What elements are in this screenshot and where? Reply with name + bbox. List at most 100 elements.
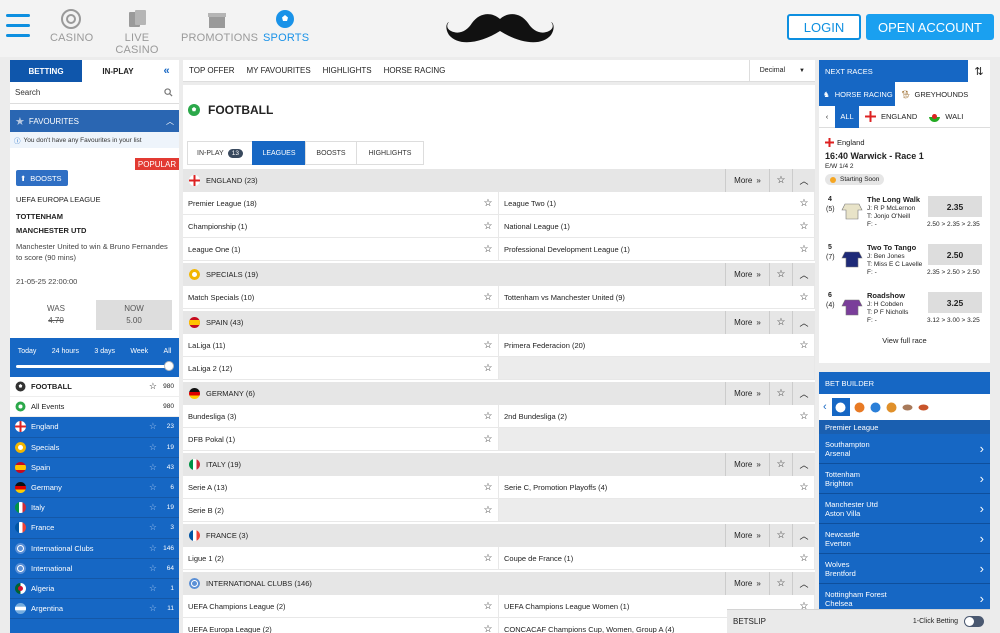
bet-builder-match[interactable]: Southampton Arsenal › [819,434,990,464]
league-item[interactable]: Serie A (13) ☆ [183,476,499,499]
time-slider[interactable] [10,359,179,373]
all-events[interactable]: All Events 980 [10,397,179,418]
chevron-up-icon[interactable]: ︿ [166,116,174,127]
tennis-icon[interactable] [870,402,881,413]
chevron-up-icon[interactable]: ︿ [792,311,815,334]
favourites-header[interactable]: ★ FAVOURITES ︿ [10,110,179,132]
league-item[interactable]: UEFA Champions League (2) ☆ [183,595,499,618]
star-icon[interactable]: ☆ [794,411,814,422]
league-item[interactable]: Bundesliga (3) ☆ [183,405,499,428]
more-button[interactable]: More» [725,524,769,547]
moustache-logo[interactable] [445,9,555,47]
boosts-button[interactable]: ⬆ BOOSTS [16,170,68,186]
sidebar-item-england[interactable]: England ☆ 23 [10,417,179,438]
chevron-left-icon[interactable]: ‹ [823,401,827,413]
star-icon[interactable]: ☆ [149,522,157,533]
star-icon[interactable]: ☆ [794,221,814,232]
chevron-up-icon[interactable]: ︿ [792,453,815,476]
star-icon[interactable]: ☆ [769,311,792,334]
star-icon[interactable]: ☆ [478,434,498,445]
tab-greyhounds[interactable]: 🐕︎ GREYHOUNDS [895,82,990,106]
star-icon[interactable]: ☆ [794,340,814,351]
star-icon[interactable]: ☆ [769,572,792,595]
nav-top-offer[interactable]: TOP OFFER [183,66,241,75]
star-icon[interactable]: ☆ [478,553,498,564]
bet-builder-match[interactable]: Wolves Brentford › [819,554,990,584]
league-group-header[interactable]: FRANCE (3) More» ☆ ︿ [183,524,815,547]
star-icon[interactable]: ☆ [478,411,498,422]
league-group-header[interactable]: SPECIALS (19) More» ☆ ︿ [183,263,815,286]
star-icon[interactable]: ☆ [794,553,814,564]
league-item[interactable]: Premier League (18) ☆ [183,192,499,215]
tab-in-play[interactable]: IN-PLAY [82,60,154,82]
football-icon[interactable] [831,398,850,416]
star-icon[interactable]: ☆ [478,363,498,374]
star-icon[interactable]: ☆ [794,244,814,255]
star-icon[interactable]: ☆ [769,453,792,476]
tab-leagues[interactable]: LEAGUES [252,141,306,165]
search-icon[interactable] [164,88,173,97]
collapse-icon[interactable]: « [154,60,179,82]
league-item[interactable]: Ligue 1 (2) ☆ [183,547,499,570]
slider-handle[interactable] [164,361,174,371]
star-icon[interactable]: ☆ [149,482,157,493]
star-icon[interactable]: ☆ [769,524,792,547]
filter-today[interactable]: Today [18,348,37,355]
bet-builder-match[interactable]: Newcastle Everton › [819,524,990,554]
race-title[interactable]: 16:40 Warwick - Race 1 [825,151,924,161]
star-icon[interactable]: ☆ [769,382,792,405]
tab-horse-racing[interactable]: ♞ HORSE RACING [819,82,895,106]
league-item[interactable]: DFB Pokal (1) ☆ [183,428,499,451]
nav-highlights[interactable]: HIGHLIGHTS [317,66,378,75]
chevron-up-icon[interactable]: ︿ [792,263,815,286]
sort-icon[interactable]: ⇅ [968,60,990,82]
sport-football[interactable]: FOOTBALL ☆ 980 [10,377,179,398]
star-icon[interactable]: ☆ [478,198,498,209]
nav-my-favourites[interactable]: MY FAVOURITES [241,66,317,75]
star-icon[interactable]: ☆ [149,603,157,614]
chevron-up-icon[interactable]: ︿ [792,572,815,595]
open-account-button[interactable]: OPEN ACCOUNT [866,14,994,40]
more-button[interactable]: More» [725,453,769,476]
league-item[interactable]: League Two (1) ☆ [499,192,815,215]
tab-betting[interactable]: BETTING [10,60,82,82]
league-item[interactable]: League One (1) ☆ [183,238,499,261]
star-icon[interactable]: ☆ [149,381,157,392]
star-icon[interactable]: ☆ [149,563,157,574]
sidebar-item-france[interactable]: France ☆ 3 [10,518,179,539]
star-icon[interactable]: ☆ [478,221,498,232]
league-item[interactable]: Primera Federacion (20) ☆ [499,334,815,357]
tab-boosts[interactable]: BOOSTS [305,141,357,165]
sidebar-item-international[interactable]: International ☆ 64 [10,558,179,579]
league-item[interactable]: Coupe de France (1) ☆ [499,547,815,570]
league-group-header[interactable]: INTERNATIONAL CLUBS (146) More» ☆ ︿ [183,572,815,595]
star-icon[interactable]: ☆ [769,169,792,192]
star-icon[interactable]: ☆ [794,292,814,303]
star-icon[interactable]: ☆ [149,462,157,473]
league-item[interactable]: Serie B (2) ☆ [183,499,499,522]
nav-casino[interactable]: CASINO [50,8,93,44]
star-icon[interactable]: ☆ [478,482,498,493]
tab-in-play[interactable]: IN-PLAY 13 [187,141,253,165]
odds-button[interactable]: 3.25 [928,292,982,313]
league-group-header[interactable]: ITALY (19) More» ☆ ︿ [183,453,815,476]
odds-format-select[interactable]: Decimal ▼ [748,59,815,82]
star-icon[interactable]: ☆ [478,505,498,516]
nav-horse-racing[interactable]: HORSE RACING [378,66,452,75]
chevron-up-icon[interactable]: ︿ [792,382,815,405]
chevron-up-icon[interactable]: ︿ [792,169,815,192]
league-group-header[interactable]: ENGLAND (23) More» ☆ ︿ [183,169,815,192]
star-icon[interactable]: ☆ [478,292,498,303]
basketball-icon[interactable] [854,402,865,413]
more-button[interactable]: More» [725,382,769,405]
league-item[interactable]: 2nd Bundesliga (2) ☆ [499,405,815,428]
more-button[interactable]: More» [725,169,769,192]
filter-all-countries[interactable]: ALL [835,105,859,128]
more-button[interactable]: More» [725,263,769,286]
bet-builder-match[interactable]: Manchester Utd Aston Villa › [819,494,990,524]
menu-icon[interactable] [6,12,30,42]
star-icon[interactable]: ☆ [478,340,498,351]
filter-week[interactable]: Week [130,348,148,355]
league-item[interactable]: Match Specials (10) ☆ [183,286,499,309]
sidebar-item-spain[interactable]: Spain ☆ 43 [10,457,179,478]
